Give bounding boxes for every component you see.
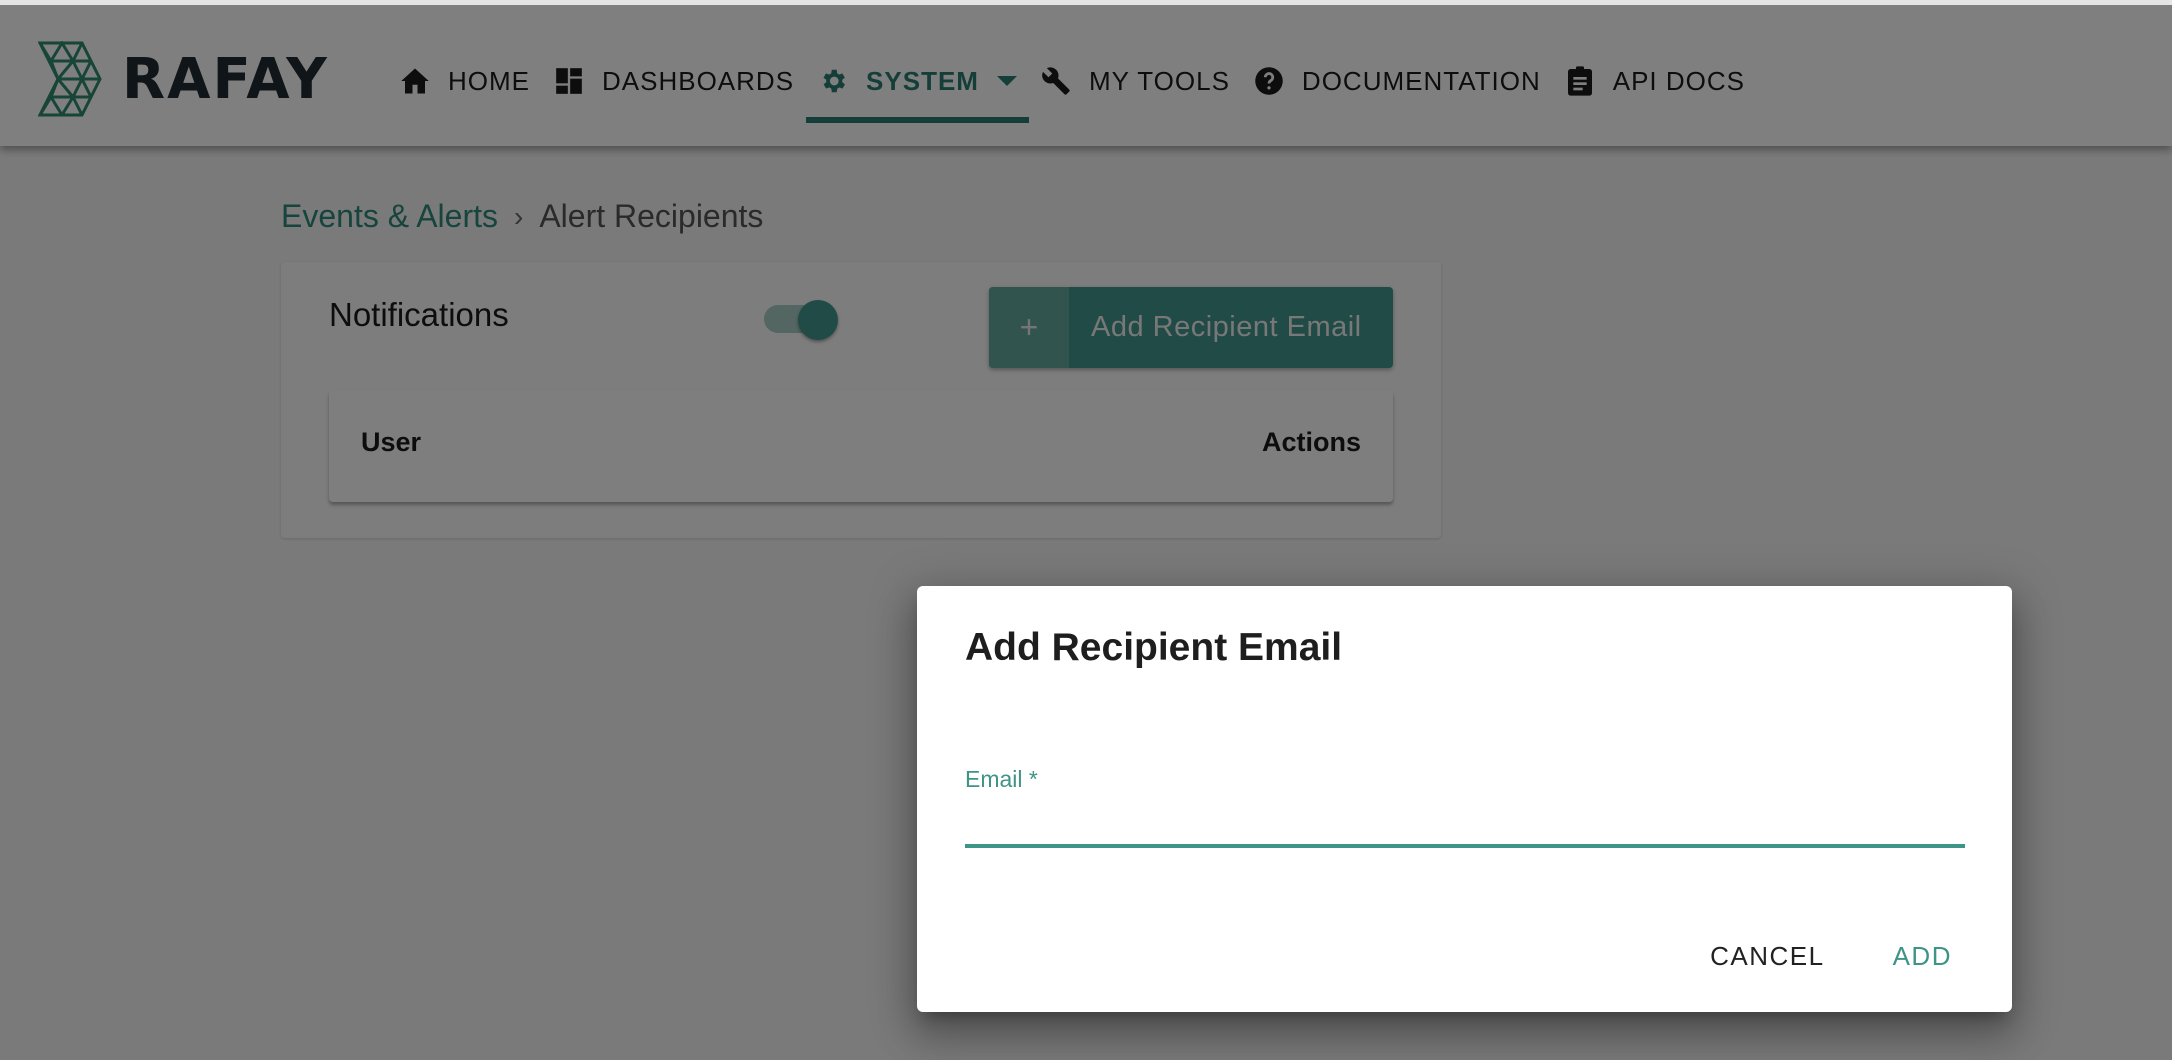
dialog-title: Add Recipient Email [965, 626, 1343, 669]
email-field-label: Email * [965, 766, 1038, 792]
email-input[interactable] [965, 796, 1965, 844]
add-recipient-email-dialog: Add Recipient Email Email * CANCEL ADD [917, 586, 2012, 1012]
dialog-actions: CANCEL ADD [1690, 931, 1972, 982]
window-top-strip [0, 0, 2172, 5]
cancel-button[interactable]: CANCEL [1690, 931, 1844, 982]
add-button[interactable]: ADD [1873, 931, 1972, 982]
email-field-underline [965, 844, 1965, 848]
email-field: Email * [965, 766, 1965, 848]
